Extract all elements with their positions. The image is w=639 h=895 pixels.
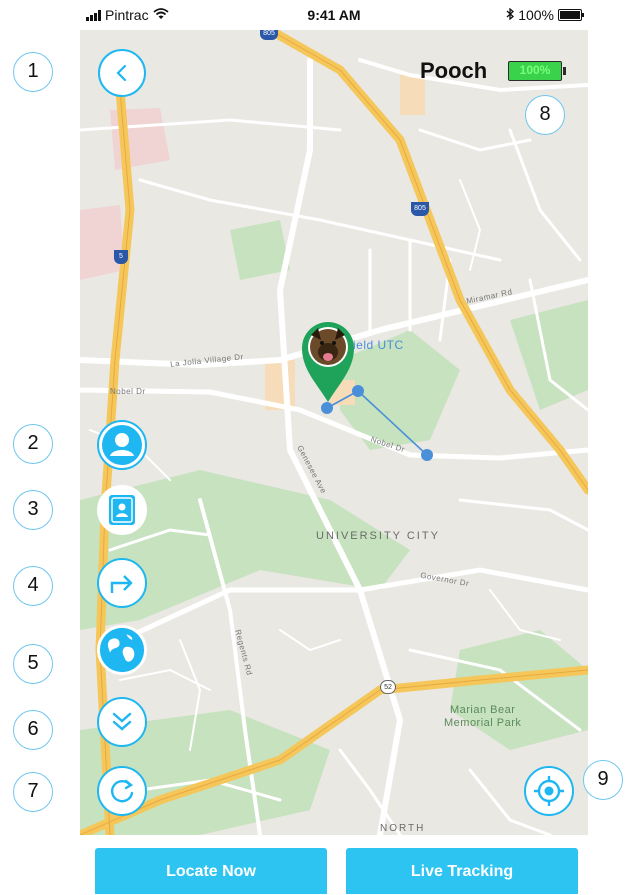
annotation-8: 8 <box>525 95 565 135</box>
annotation-7: 7 <box>13 772 53 812</box>
annotation-3: 3 <box>13 490 53 530</box>
annotation-9: 9 <box>583 760 623 800</box>
back-button[interactable] <box>98 49 146 97</box>
map-type-button[interactable] <box>97 625 147 675</box>
map-label-north: NORTH <box>380 823 426 834</box>
profile-button[interactable] <box>97 420 147 470</box>
double-chevron-down-icon <box>112 712 132 731</box>
contact-book-icon <box>109 495 135 525</box>
refresh-button[interactable] <box>97 766 147 816</box>
crosshair-icon <box>534 776 564 806</box>
battery-percent: 100% <box>518 7 554 23</box>
chevron-left-icon <box>116 64 127 82</box>
map-view[interactable]: ield UTC UNIVERSITY CITY Marian Bear Mem… <box>80 30 588 835</box>
pet-battery-indicator: 100% <box>508 61 566 81</box>
contacts-button[interactable] <box>97 485 147 535</box>
pet-battery-percent: 100% <box>519 63 551 77</box>
highway-shield-icon: 5 <box>114 250 128 264</box>
highway-shield-icon: 52 <box>380 680 396 694</box>
annotation-6: 6 <box>13 710 53 750</box>
annotation-2: 2 <box>13 424 53 464</box>
highway-shield-icon: 805 <box>411 202 429 216</box>
expand-button[interactable] <box>97 697 147 747</box>
annotation-5: 5 <box>13 644 53 684</box>
pet-name: Pooch <box>420 58 488 83</box>
map-label-venue: ield UTC <box>353 338 404 352</box>
directions-button[interactable] <box>97 558 147 608</box>
map-label-district: UNIVERSITY CITY <box>316 530 440 542</box>
dog-avatar-icon <box>310 328 346 365</box>
user-icon <box>102 425 142 465</box>
status-bar: Pintrac 9:41 AM 100% <box>80 0 588 30</box>
my-location-button[interactable] <box>524 766 574 816</box>
map-label-park: Marian Bear Memorial Park <box>444 704 522 729</box>
locate-now-button[interactable]: Locate Now <box>95 848 327 894</box>
battery-icon <box>558 9 584 21</box>
highway-shield-icon: 805 <box>260 30 278 40</box>
turn-right-arrow-icon <box>110 575 133 593</box>
globe-icon <box>99 627 145 673</box>
live-tracking-button[interactable]: Live Tracking <box>346 848 578 894</box>
map-label-street: Nobel Dr <box>110 387 146 396</box>
bluetooth-icon <box>506 7 515 23</box>
refresh-icon <box>111 779 134 803</box>
annotation-1: 1 <box>13 52 53 92</box>
annotation-4: 4 <box>13 566 53 606</box>
